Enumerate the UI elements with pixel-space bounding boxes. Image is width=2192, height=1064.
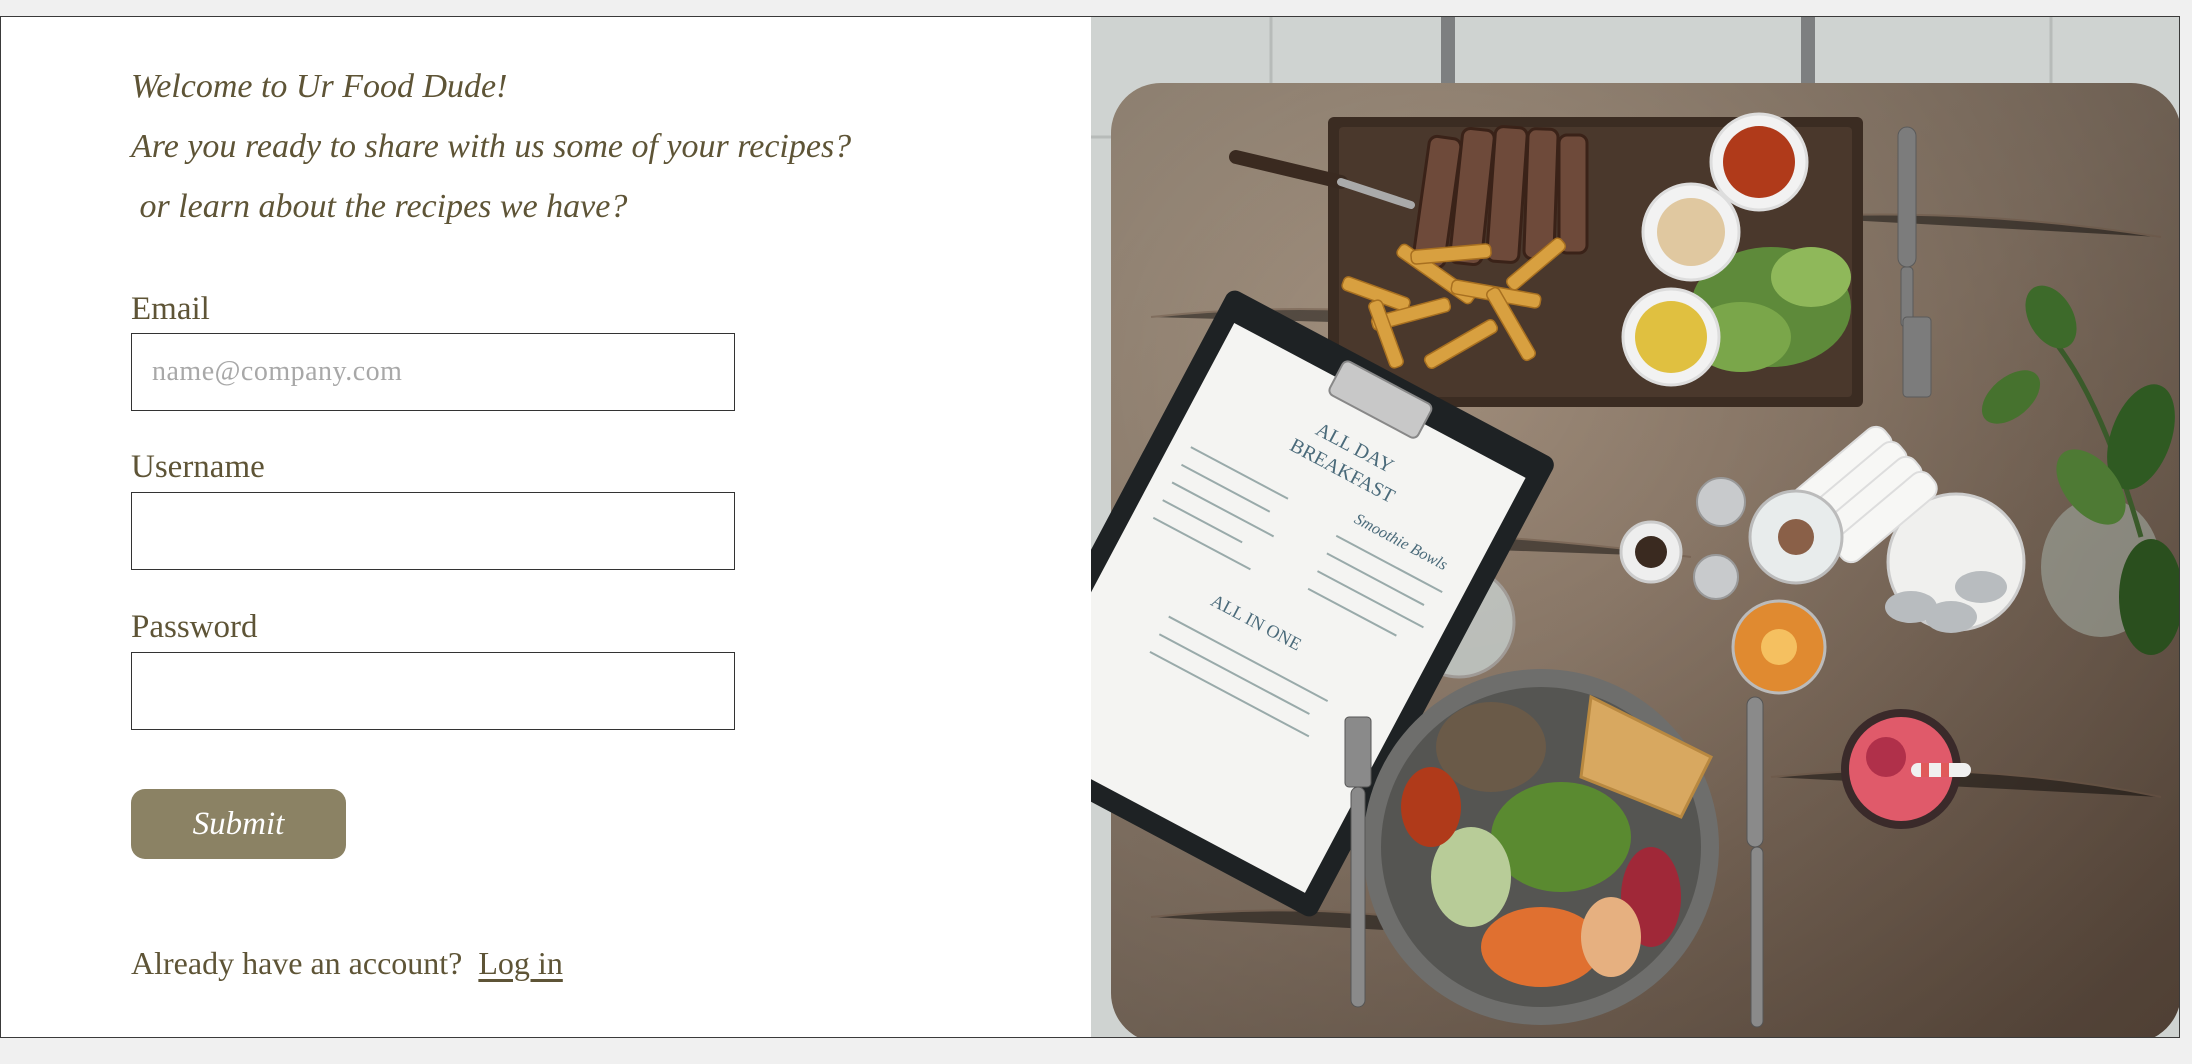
- welcome-message: Welcome to Ur Food Dude! Are you ready t…: [131, 57, 851, 237]
- email-field[interactable]: [131, 333, 735, 411]
- welcome-line-1: Welcome to Ur Food Dude!: [131, 68, 508, 105]
- welcome-line-2: Are you ready to share with us some of y…: [131, 128, 852, 165]
- email-label: Email: [131, 291, 210, 327]
- password-field[interactable]: [131, 652, 735, 730]
- food-table-illustration: ALL DAY BREAKFAST Smoothie Bowls ALL IN …: [1091, 17, 2179, 1037]
- signup-panel: Welcome to Ur Food Dude! Are you ready t…: [1, 17, 1091, 1037]
- table-leg: [1441, 17, 1455, 87]
- username-label: Username: [131, 449, 265, 485]
- username-field[interactable]: [131, 492, 735, 570]
- welcome-line-3: or learn about the recipes we have?: [131, 188, 628, 225]
- login-prompt-text: Already have an account?: [131, 945, 471, 981]
- password-label: Password: [131, 609, 258, 645]
- signup-card: Welcome to Ur Food Dude! Are you ready t…: [0, 16, 2180, 1038]
- food-photo: ALL DAY BREAKFAST Smoothie Bowls ALL IN …: [1091, 17, 2179, 1037]
- login-link[interactable]: Log in: [478, 945, 562, 981]
- table-leg: [1801, 17, 1815, 87]
- salad-bowl: [1363, 669, 1719, 1025]
- login-prompt: Already have an account? Log in: [131, 945, 563, 982]
- submit-button[interactable]: Submit: [131, 789, 346, 859]
